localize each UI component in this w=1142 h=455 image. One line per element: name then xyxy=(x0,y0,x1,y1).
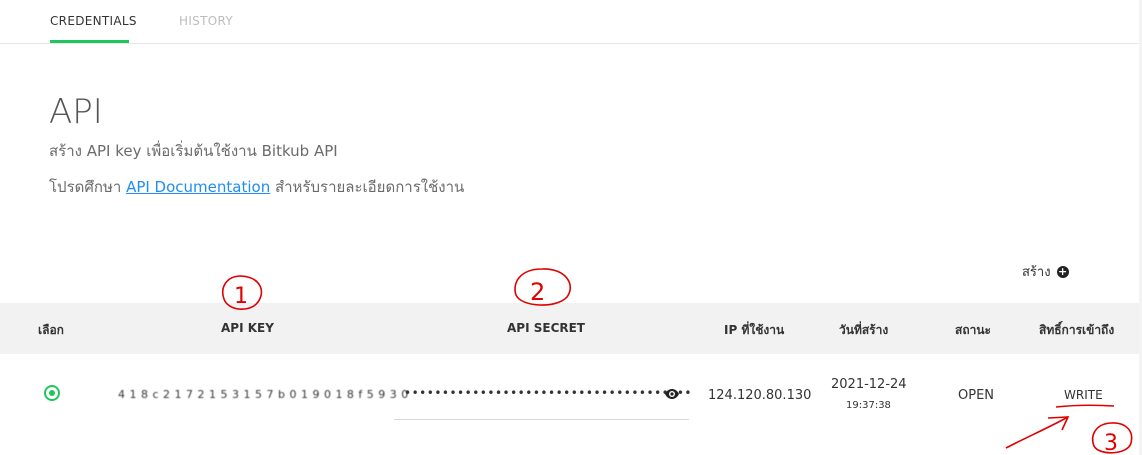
row-select-radio[interactable] xyxy=(44,385,60,401)
api-secret-value: •••••••••••••••••••••••••••••••••••••• xyxy=(404,386,692,400)
documentation-note: โปรดศึกษา API Documentation สำหรับรายละเ… xyxy=(49,175,464,199)
table-header: เลือก API KEY API SECRET IP ที่ใช้งาน วั… xyxy=(0,303,1139,354)
create-api-key-button[interactable]: สร้าง + xyxy=(1022,261,1069,282)
header-status: สถานะ xyxy=(955,323,991,337)
annotation-arrowhead xyxy=(1047,416,1070,431)
created-date-value: 2021-12-24 xyxy=(831,377,907,392)
page-subtitle: สร้าง API key เพื่อเริ่มต้นใช้งาน Bitkub… xyxy=(49,142,338,160)
eye-icon[interactable] xyxy=(664,388,680,400)
active-tab-indicator xyxy=(50,40,129,43)
created-time-value: 19:37:38 xyxy=(846,400,891,411)
annotation-circle-3 xyxy=(1091,422,1133,454)
annotation-label-2: 2 xyxy=(530,278,545,306)
ip-value: 124.120.80.130 xyxy=(708,388,812,403)
permission-value: WRITE xyxy=(1064,388,1103,402)
tab-credentials[interactable]: CREDENTIALS xyxy=(50,14,137,28)
tab-bar: CREDENTIALS HISTORY xyxy=(0,0,1142,44)
secret-field-underline xyxy=(394,419,689,420)
header-api-key: API KEY xyxy=(221,321,274,335)
header-select: เลือก xyxy=(38,323,64,337)
tab-history[interactable]: HISTORY xyxy=(179,14,233,28)
api-documentation-link[interactable]: API Documentation xyxy=(126,178,270,196)
create-label: สร้าง xyxy=(1022,265,1051,280)
header-ip: IP ที่ใช้งาน xyxy=(724,323,785,337)
annotation-arrow xyxy=(1005,416,1069,449)
plus-circle-icon: + xyxy=(1056,264,1069,278)
status-value: OPEN xyxy=(958,388,995,403)
header-api-secret: API SECRET xyxy=(507,321,585,335)
doc-suffix: สำหรับรายละเอียดการใช้งาน xyxy=(270,178,465,196)
header-created-date: วันที่สร้าง xyxy=(839,323,889,337)
api-key-value: 4 1 8 c 2 1 7 2 1 5 3 1 5 7 b 0 1 9 0 1 … xyxy=(118,388,409,401)
doc-prefix: โปรดศึกษา xyxy=(49,178,127,196)
annotation-circle-2 xyxy=(514,268,572,306)
annotation-label-3: 3 xyxy=(1104,431,1118,455)
page-title: API xyxy=(49,92,103,132)
annotation-underline-write xyxy=(1055,404,1115,408)
header-permission: สิทธิ์การเข้าถึง xyxy=(1039,323,1115,337)
